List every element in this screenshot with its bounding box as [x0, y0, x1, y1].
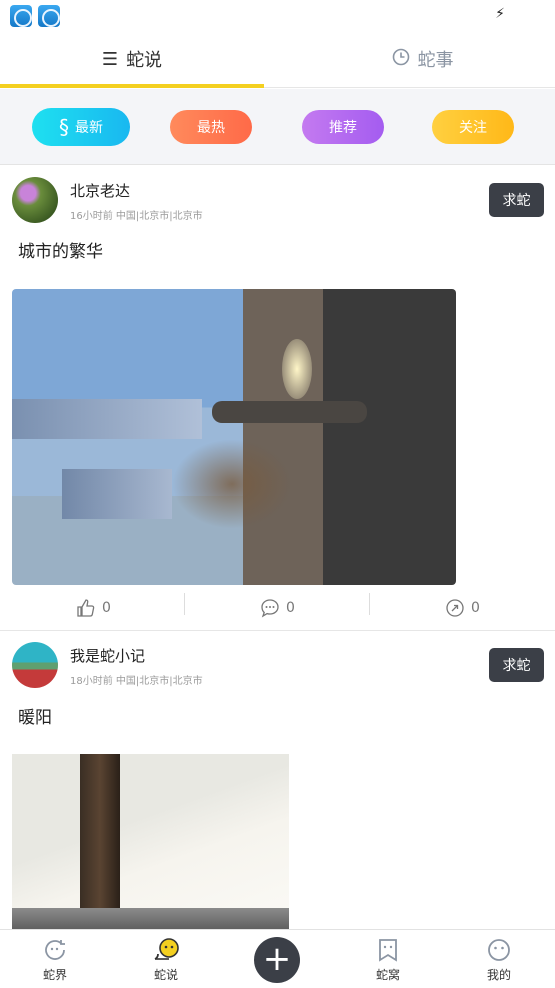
nav-shewo[interactable]: 蛇窝: [348, 930, 428, 988]
author-name[interactable]: 北京老达: [70, 180, 130, 201]
tab-label: 蛇说: [126, 50, 163, 71]
snake-logo-icon: §: [59, 115, 69, 139]
nav-label: 蛇界: [42, 968, 67, 982]
app-icon: [38, 5, 60, 27]
top-tabs: ☰ 蛇说 蛇事: [0, 30, 555, 88]
comment-count: 0: [286, 600, 295, 616]
post-meta: 16小时前 中国|北京市|北京市: [70, 211, 203, 222]
post-image[interactable]: [12, 289, 456, 585]
ask-button[interactable]: 求蛇: [489, 648, 544, 682]
face-icon: [486, 936, 512, 964]
post-actions: 0 0 0: [0, 585, 555, 631]
image-content: [80, 754, 120, 930]
ask-button[interactable]: 求蛇: [489, 183, 544, 217]
filter-label: 最热: [197, 120, 225, 136]
author-name[interactable]: 我是蛇小记: [70, 645, 145, 666]
comment-icon: [261, 599, 279, 618]
avatar[interactable]: [12, 642, 58, 688]
plus-icon[interactable]: +: [254, 937, 300, 983]
filter-label: 最新: [75, 120, 103, 136]
image-content: [12, 908, 289, 930]
filter-follow-button[interactable]: 关注: [432, 110, 514, 144]
tab-label: 蛇事: [417, 50, 454, 71]
nav-label: 蛇说: [153, 968, 178, 982]
bolt-icon: ⚡: [495, 6, 505, 22]
post-text: 暖阳: [18, 708, 52, 728]
share-button[interactable]: 0: [445, 585, 480, 631]
post-text: 城市的繁华: [18, 242, 103, 262]
clock-icon: [392, 48, 410, 71]
bottom-nav: 蛇界 蛇说 + 蛇窝 我的: [0, 929, 555, 988]
post-meta: 18小时前 中国|北京市|北京市: [70, 676, 203, 687]
share-count: 0: [471, 600, 480, 616]
tab-shuo[interactable]: ☰ 蛇说: [0, 30, 264, 88]
image-content: [12, 399, 202, 439]
tab-shi[interactable]: 蛇事: [290, 30, 555, 88]
image-content: [282, 339, 312, 399]
nav-label: 蛇窝: [375, 968, 400, 982]
list-icon: ☰: [101, 48, 119, 70]
app-icon: [10, 5, 32, 27]
nav-shuo[interactable]: 蛇说: [126, 930, 206, 988]
active-tab-indicator: [0, 84, 264, 88]
nav-shejie[interactable]: 蛇界: [15, 930, 95, 988]
filter-label: 关注: [459, 120, 487, 136]
nav-label: 我的: [486, 968, 511, 982]
filter-hot-button[interactable]: 最热: [170, 110, 252, 144]
nav-mine[interactable]: 我的: [459, 930, 539, 988]
filter-recommend-button[interactable]: 推荐: [302, 110, 384, 144]
divider: [369, 593, 370, 615]
refresh-face-icon: [42, 936, 68, 964]
post-image[interactable]: [12, 754, 289, 930]
share-icon: [446, 599, 464, 617]
image-content: [212, 401, 367, 423]
divider: [184, 593, 185, 615]
status-bar: ⚡: [0, 0, 555, 30]
thumbs-up-icon: [77, 599, 95, 617]
image-content: [172, 439, 292, 529]
filter-latest-button[interactable]: § 最新: [32, 108, 130, 146]
avatar[interactable]: [12, 177, 58, 223]
chat-face-icon: [151, 936, 181, 964]
filter-label: 推荐: [329, 120, 357, 136]
comment-button[interactable]: 0: [260, 585, 295, 631]
like-count: 0: [102, 600, 111, 616]
bookmark-icon: [376, 936, 400, 964]
image-content: [62, 469, 172, 519]
like-button[interactable]: 0: [76, 585, 111, 631]
filter-bar: § 最新 最热 推荐 关注: [0, 89, 555, 165]
